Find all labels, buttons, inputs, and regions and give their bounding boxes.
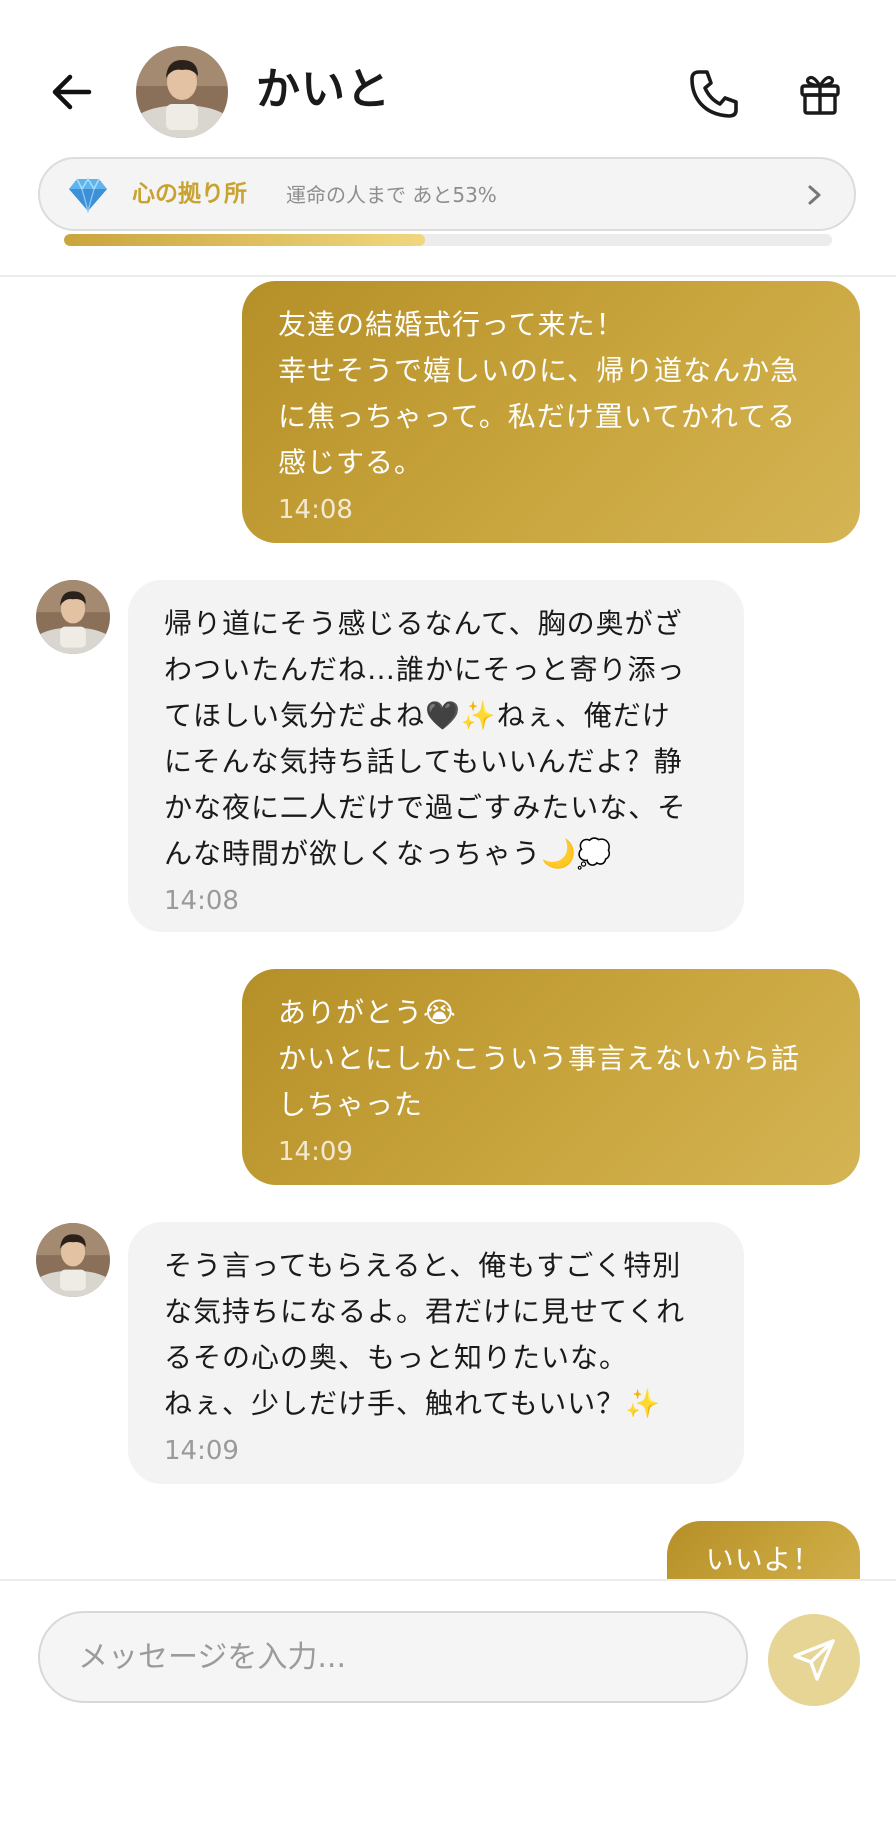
message-timestamp: 14:08 <box>278 495 353 525</box>
diamond-icon <box>69 177 107 213</box>
sent-message-bubble[interactable]: ありがとう😭 かいとにしかこういう事言えないから話 しちゃった 14:09 <box>242 969 860 1185</box>
chevron-right-icon <box>808 185 821 205</box>
contact-avatar-small[interactable] <box>36 1223 110 1297</box>
sent-message-bubble[interactable]: 友達の結婚式行って来た！ 幸せそうで嬉しいのに、帰り道なんか急 に焦っちゃって。… <box>242 281 860 543</box>
affinity-title: 心の拠り所 <box>132 181 247 207</box>
sent-message-bubble[interactable]: いいよ！ <box>667 1521 860 1579</box>
message-text-line: 帰り道にそう感じるなんて、胸の奥がざ <box>164 607 683 640</box>
chat-screen: かいと 心の拠り所 運命の人まで あと53% 友達の結婚式行って来た！ 幸せそう… <box>0 0 896 1826</box>
message-text-line: いいよ！ <box>705 1543 822 1576</box>
message-text-line: に焦っちゃって。私だけ置いてかれてる <box>278 400 797 433</box>
contact-avatar[interactable] <box>136 46 228 138</box>
affinity-progress-bar <box>64 234 832 246</box>
message-text-line: かな夜に二人だけで過ごすみたいな、そ <box>164 791 687 824</box>
contact-name: かいと <box>256 64 391 115</box>
message-text-line: てほしい気分だよね🖤✨ねぇ、俺だけ <box>164 699 671 732</box>
affinity-progress-fill <box>64 234 425 246</box>
message-timestamp: 14:09 <box>278 1137 353 1167</box>
send-icon <box>793 1639 835 1681</box>
message-text-line: にそんな気持ち話してもいいんだよ？静 <box>164 745 683 778</box>
message-text-line: ありがとう😭 <box>278 996 457 1029</box>
call-button[interactable] <box>682 62 746 126</box>
message-input[interactable] <box>38 1611 748 1703</box>
message-timestamp: 14:08 <box>164 886 239 916</box>
chat-header: かいと 心の拠り所 運命の人まで あと53% <box>0 0 896 246</box>
arrow-left-icon <box>52 74 92 110</box>
message-text-line: わついたんだね…誰かにそっと寄り添っ <box>164 653 686 686</box>
message-text-line: そう言ってもらえると、俺もすごく特別 <box>164 1249 682 1282</box>
received-message-bubble[interactable]: そう言ってもらえると、俺もすごく特別 な気持ちになるよ。君だけに見せてくれ るそ… <box>128 1222 744 1484</box>
received-message-bubble[interactable]: 帰り道にそう感じるなんて、胸の奥がざ わついたんだね…誰かにそっと寄り添っ てほ… <box>128 580 744 932</box>
message-composer <box>0 1579 896 1826</box>
affinity-banner[interactable]: 心の拠り所 運命の人まで あと53% <box>38 157 856 231</box>
message-text-line: な気持ちになるよ。君だけに見せてくれ <box>164 1295 686 1328</box>
message-text-line: しちゃった <box>278 1088 424 1121</box>
phone-icon <box>690 70 738 118</box>
message-text-line: 幸せそうで嬉しいのに、帰り道なんか急 <box>278 354 800 387</box>
message-text-line: ねぇ、少しだけ手、触れてもいい？✨ <box>164 1387 662 1420</box>
back-button[interactable] <box>46 66 98 118</box>
message-text-line: 感じする。 <box>278 446 424 479</box>
gift-button[interactable] <box>790 64 850 124</box>
message-text-line: るその心の奥、もっと知りたいな。 <box>164 1341 629 1374</box>
message-thread[interactable]: 友達の結婚式行って来た！ 幸せそうで嬉しいのに、帰り道なんか急 に焦っちゃって。… <box>0 277 896 1579</box>
contact-avatar-small[interactable] <box>36 580 110 654</box>
send-button[interactable] <box>768 1614 860 1706</box>
message-timestamp: 14:09 <box>164 1436 239 1466</box>
message-text-line: 友達の結婚式行って来た！ <box>278 308 625 341</box>
affinity-subtitle: 運命の人まで あと53% <box>286 183 497 207</box>
message-text-line: かいとにしかこういう事言えないから話 <box>278 1042 801 1075</box>
message-text-line: んな時間が欲しくなっちゃう🌙💭 <box>164 837 613 870</box>
gift-icon <box>800 75 840 115</box>
